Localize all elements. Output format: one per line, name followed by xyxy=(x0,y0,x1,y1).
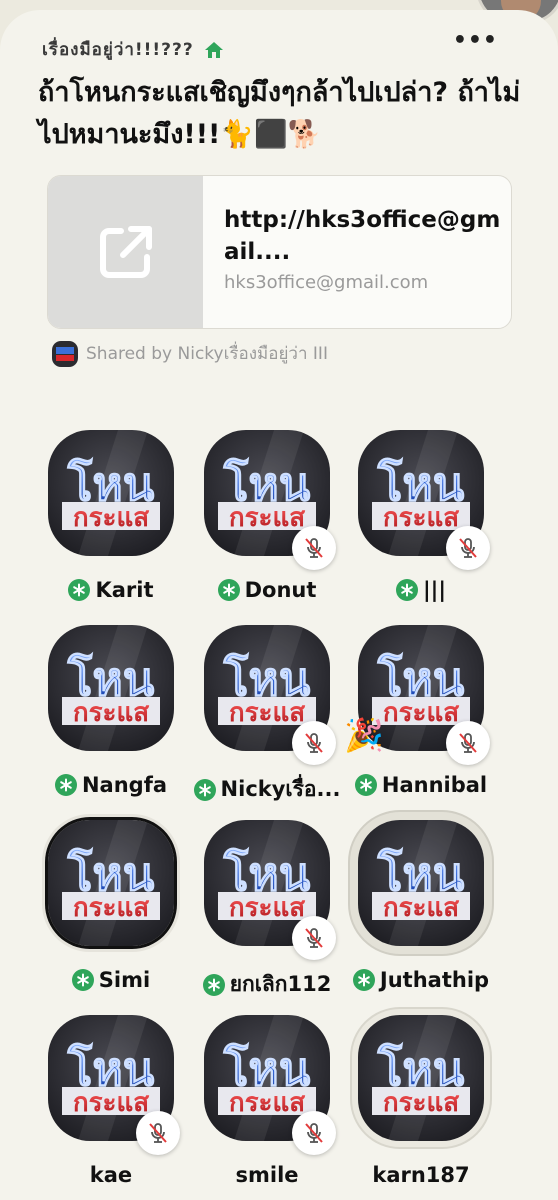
svg-text:กระแส: กระแส xyxy=(73,1088,149,1118)
speaker-name: ยกเลิก112 xyxy=(229,972,332,996)
muted-mic-icon xyxy=(305,538,323,558)
speaker-name-row: ยกเลิก112 xyxy=(192,968,342,1001)
svg-text:กระแส: กระแส xyxy=(73,503,149,533)
speaker-tile[interactable]: โหน กระแส Donut xyxy=(192,430,342,610)
link-thumbnail xyxy=(48,176,203,328)
speaker-name: smile xyxy=(235,1163,299,1187)
speaker-tile[interactable]: โหน กระแส 🎉 Hannibal xyxy=(344,625,496,805)
moderator-icon xyxy=(71,969,94,991)
muted-badge xyxy=(446,526,490,570)
more-options-button[interactable]: ••• xyxy=(453,28,498,53)
speaker-avatar[interactable]: โหน กระแส xyxy=(48,430,174,556)
muted-mic-icon xyxy=(149,1123,167,1143)
muted-badge xyxy=(136,1111,180,1155)
moderator-icon xyxy=(395,579,418,601)
svg-text:กระแส: กระแส xyxy=(229,1088,305,1118)
moderator-icon xyxy=(354,774,377,796)
moderator-icon xyxy=(352,969,375,991)
speaker-name: Donut xyxy=(244,578,317,602)
speaker-tile[interactable]: โหน กระแส kae xyxy=(36,1015,186,1195)
speaker-name-row: Juthathip xyxy=(346,968,496,992)
speaker-name: Simi xyxy=(98,968,151,992)
speaker-tile[interactable]: โหน กระแส karn187 xyxy=(346,1015,496,1195)
speaker-tile[interactable]: โหน กระแส Juthathip xyxy=(346,820,496,1000)
svg-text:กระแส: กระแส xyxy=(229,698,305,728)
speaker-name-row: ||| xyxy=(346,578,496,602)
sharer-avatar xyxy=(52,340,78,367)
svg-text:กระแส: กระแส xyxy=(73,893,149,923)
speaker-name-row: Donut xyxy=(192,578,342,602)
speaker-name: Nickyเรื่อ... xyxy=(220,777,341,801)
speaker-tile[interactable]: โหน กระแส Simi xyxy=(36,820,186,1000)
room-panel: เรื่องมือยู่ว่า!!!??? ••• ถ้าโหนกระแสเชิ… xyxy=(0,10,558,1200)
speaker-tile[interactable]: โหน กระแส Nickyเรื่อ... xyxy=(192,625,342,805)
party-popper-icon: 🎉 xyxy=(344,716,384,754)
speaker-name: kae xyxy=(89,1163,133,1187)
svg-text:กระแส: กระแส xyxy=(383,698,459,728)
speaker-tile[interactable]: โหน กระแส Karit xyxy=(36,430,186,610)
muted-mic-icon xyxy=(459,733,477,753)
speaker-name-row: karn187 xyxy=(346,1163,496,1187)
room-title: ถ้าโหนกระแสเชิญมึงๆกล้าไปเปล่า? ถ้าไม่ไป… xyxy=(38,77,521,150)
muted-badge xyxy=(292,916,336,960)
svg-text:กระแส: กระแส xyxy=(383,893,459,923)
moderator-icon xyxy=(193,778,216,801)
moderator-icon xyxy=(54,774,77,796)
speaker-name: Karit xyxy=(95,578,154,602)
speaker-name: ||| xyxy=(422,578,446,602)
club-header[interactable]: เรื่องมือยู่ว่า!!!??? xyxy=(42,36,224,63)
muted-badge xyxy=(292,1111,336,1155)
speaker-tile[interactable]: โหน กระแส ||| xyxy=(346,430,496,610)
speaker-avatar[interactable]: โหน กระแส xyxy=(358,820,484,946)
speaker-avatar[interactable]: โหน กระแส xyxy=(48,820,174,946)
speaker-avatar[interactable]: โหน กระแส xyxy=(358,1015,484,1141)
speaker-avatar[interactable]: โหน กระแส xyxy=(48,625,174,751)
speaker-name-row: smile xyxy=(192,1163,342,1187)
moderator-icon xyxy=(217,579,240,601)
speaker-name: Juthathip xyxy=(379,968,490,992)
speaker-name: karn187 xyxy=(372,1163,470,1187)
speaker-tile[interactable]: โหน กระแส ยกเลิก112 xyxy=(192,820,342,1000)
speaker-name-row: Simi xyxy=(36,968,186,992)
speaker-name: Nangfa xyxy=(81,773,168,797)
speaker-name-row: Nangfa xyxy=(36,773,186,797)
house-icon xyxy=(204,41,223,58)
muted-badge xyxy=(446,721,490,765)
muted-badge xyxy=(292,526,336,570)
speaker-name-row: Nickyเรื่อ... xyxy=(192,773,342,806)
speaker-name-row: kae xyxy=(36,1163,186,1187)
club-name[interactable]: เรื่องมือยู่ว่า!!!??? xyxy=(42,36,194,63)
muted-mic-icon xyxy=(459,538,477,558)
link-card[interactable]: http://hks3office@gmail.... hks3office@g… xyxy=(47,175,512,329)
moderator-icon xyxy=(68,579,91,601)
svg-text:กระแส: กระแส xyxy=(229,893,305,923)
svg-text:กระแส: กระแส xyxy=(383,1088,459,1118)
svg-text:กระแส: กระแส xyxy=(229,503,305,533)
svg-text:กระแส: กระแส xyxy=(73,698,149,728)
moderator-icon xyxy=(202,973,225,996)
speaker-name-row: Karit xyxy=(36,578,186,602)
svg-text:กระแส: กระแส xyxy=(383,503,459,533)
external-link-icon xyxy=(99,226,152,278)
shared-by-text: Shared by Nickyเรื่องมือยู่ว่า III xyxy=(86,344,328,364)
speaker-name: Hannibal xyxy=(381,773,488,797)
muted-mic-icon xyxy=(305,733,323,753)
link-subtitle: hks3office@gmail.com xyxy=(224,272,429,293)
speaker-tile[interactable]: โหน กระแส smile xyxy=(192,1015,342,1195)
muted-mic-icon xyxy=(305,928,323,948)
speaker-name-row: Hannibal xyxy=(346,773,496,797)
shared-by-row[interactable]: Shared by Nickyเรื่องมือยู่ว่า III xyxy=(52,340,328,367)
link-title[interactable]: http://hks3office@gmail.... xyxy=(224,204,504,268)
speaker-tile[interactable]: โหน กระแส Nangfa xyxy=(36,625,186,805)
muted-mic-icon xyxy=(305,1123,323,1143)
muted-badge xyxy=(292,721,336,765)
